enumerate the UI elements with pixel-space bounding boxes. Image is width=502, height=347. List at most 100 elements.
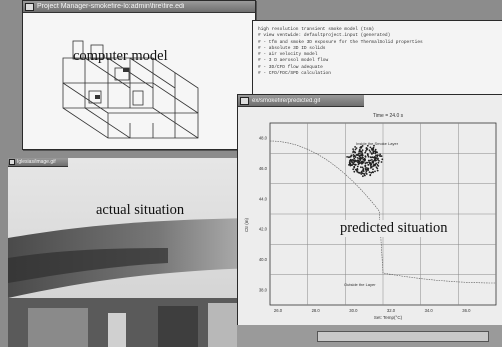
scatter-point <box>353 154 356 157</box>
x-tick-label: 34.0 <box>425 308 434 313</box>
scatter-point <box>369 151 372 153</box>
scatter-point <box>361 149 364 151</box>
window-menu-icon[interactable] <box>25 2 34 11</box>
scatter-point <box>348 161 351 163</box>
scatter-point <box>356 165 359 168</box>
scatter-point <box>374 148 377 151</box>
scatter-point <box>358 160 361 163</box>
scatter-point <box>352 159 355 162</box>
y-tick-label: 40.0 <box>259 257 268 262</box>
scatter-point <box>353 166 356 169</box>
scatter-point <box>349 155 352 158</box>
scatter-point <box>379 155 382 157</box>
scatter-point <box>356 159 359 162</box>
scatter-point <box>367 164 370 166</box>
scatter-point <box>365 147 368 149</box>
scatter-point <box>362 168 365 170</box>
computer-model-window[interactable]: Project Manager-smokefire-lo:admin\fire\… <box>22 0 256 150</box>
scatter-point <box>359 154 362 157</box>
scatter-point <box>363 172 365 175</box>
scatter-point <box>361 151 363 153</box>
photo-window[interactable]: Iglesias/image.gif <box>8 158 258 347</box>
scatter-point <box>375 166 378 169</box>
scatter-point <box>362 161 365 163</box>
plot-window-titlebar[interactable]: ex/smokefire/predicted.gif <box>238 95 364 107</box>
photo-window-titlebar[interactable]: Iglesias/image.gif <box>8 158 68 167</box>
scatter-point <box>365 170 368 173</box>
scatter-point <box>352 168 355 171</box>
scatter-point <box>371 148 373 151</box>
scatter-point <box>350 164 353 166</box>
computer-model-caption: computer model <box>73 48 168 64</box>
scatter-point <box>366 161 369 164</box>
plot-grid <box>269 122 497 306</box>
scatter-point <box>352 148 354 150</box>
scatter-point <box>377 157 379 160</box>
model-viewport[interactable] <box>23 13 255 149</box>
scatter-point <box>372 160 375 163</box>
predicted-plot: Time = 24.0 s 48.0 46.0 44.0 42.0 40.0 38.0 26… <box>244 113 497 320</box>
y-tick-label: 38.0 <box>259 287 268 292</box>
scatter-point <box>377 165 380 167</box>
scatter-point <box>372 168 374 171</box>
scatter-point <box>362 175 364 178</box>
y-tick-label: 48.0 <box>259 136 268 141</box>
scatter-point <box>349 162 351 165</box>
x-tick-label: 30.0 <box>349 308 358 313</box>
scatter-point <box>377 161 380 164</box>
scatter-point <box>367 154 369 157</box>
scatter-point <box>364 164 367 167</box>
plot-window[interactable]: ex/smokefire/predicted.gif Time = 24.0 s… <box>237 94 502 326</box>
scatter-point <box>352 150 355 152</box>
scatter-point <box>358 157 361 160</box>
scatter-point <box>362 156 364 159</box>
scatter-point <box>361 153 364 155</box>
y-axis-label: Ctr (m) <box>244 218 249 232</box>
x-tick-label: 28.0 <box>312 308 321 313</box>
scatter-point <box>355 147 358 149</box>
wireframe-building <box>62 40 199 139</box>
scatter-point <box>356 157 359 159</box>
scatter-point <box>354 163 357 166</box>
scatter-point <box>372 171 374 174</box>
scatter-point <box>375 151 377 153</box>
scatter-point <box>369 156 372 158</box>
x-axis-label: Set: Temp(°C) <box>374 315 403 320</box>
window-menu-icon[interactable] <box>9 159 15 165</box>
scatter-point <box>355 160 357 163</box>
scatter-point <box>380 161 383 163</box>
curve-label: Outside the Layer <box>344 282 376 287</box>
taskbar-strip <box>237 325 502 347</box>
scatter-point <box>371 156 374 159</box>
scatter-point <box>368 171 371 173</box>
y-tick-label: 46.0 <box>259 166 268 171</box>
scatter-point <box>353 161 355 164</box>
photo-window-title: Iglesias/image.gif <box>17 159 56 165</box>
scatter-point <box>350 159 353 162</box>
scatter-point <box>368 149 371 152</box>
scatter-point <box>361 172 364 175</box>
model-window-titlebar[interactable]: Project Manager-smokefire-lo:admin\fire\… <box>23 1 255 13</box>
scatter-point <box>368 161 371 164</box>
plot-window-title: ex/smokefire/predicted.gif <box>252 97 321 104</box>
scatter-point <box>372 146 375 149</box>
plot-area[interactable]: Time = 24.0 s 48.0 46.0 44.0 42.0 40.0 38.0 26… <box>238 107 502 325</box>
scatter-point <box>369 174 372 176</box>
y-tick-label: 42.0 <box>259 227 268 232</box>
scatter-point <box>364 167 367 169</box>
scatter-point <box>376 169 379 172</box>
window-menu-icon[interactable] <box>240 96 249 105</box>
scatter-point <box>355 154 358 156</box>
scatter-point <box>361 170 363 173</box>
scatter-point <box>365 173 368 175</box>
plot-title: Time = 24.0 s <box>373 113 404 119</box>
scatter-point <box>362 170 365 172</box>
scatter-point <box>376 154 379 157</box>
scatter-point <box>359 146 362 149</box>
scatter-point <box>353 170 356 173</box>
x-tick-label: 32.0 <box>387 308 396 313</box>
scatter-point <box>374 170 376 173</box>
scatter-point <box>364 150 367 152</box>
scatter-point <box>364 162 367 165</box>
scatter-point <box>370 165 372 168</box>
